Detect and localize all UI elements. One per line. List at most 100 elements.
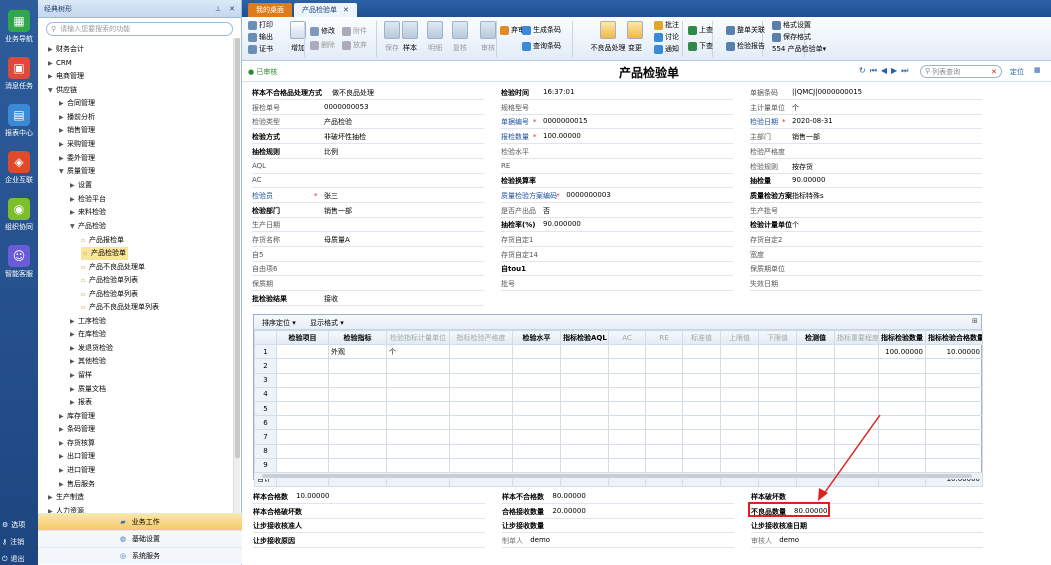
nav-item[interactable]: ▶ 生产制造: [48, 491, 84, 504]
table-cell[interactable]: [758, 443, 797, 459]
table-cell[interactable]: [758, 358, 797, 374]
table-cell[interactable]: [645, 443, 683, 459]
table-cell[interactable]: [878, 415, 926, 431]
toolbar-report-button[interactable]: 检验报告: [726, 41, 765, 51]
table-cell[interactable]: [682, 344, 721, 360]
table-cell[interactable]: [758, 429, 797, 445]
field-value[interactable]: 做不良品处理: [332, 88, 374, 98]
table-cell[interactable]: [276, 386, 329, 402]
table-cell[interactable]: [682, 457, 721, 473]
column-header[interactable]: 检验项目: [276, 329, 329, 346]
column-header[interactable]: AC: [608, 329, 646, 346]
toolbar-save-button[interactable]: 保存: [382, 21, 402, 53]
table-cell[interactable]: [796, 429, 835, 445]
table-cell[interactable]: [560, 344, 609, 360]
field-value[interactable]: 90.000000: [543, 220, 581, 228]
table-cell[interactable]: [449, 400, 513, 417]
nav-item[interactable]: ▶ 在库检验: [70, 328, 106, 341]
table-cell[interactable]: [720, 372, 759, 388]
toolbar-delete-button[interactable]: 删除: [310, 40, 335, 50]
column-header[interactable]: 指标检验AQL: [560, 329, 609, 346]
table-cell[interactable]: [449, 415, 513, 431]
nav-item[interactable]: ▶ 出口管理: [59, 450, 95, 463]
table-cell[interactable]: [449, 372, 513, 388]
leftbar-item[interactable]: ▦ 业务导航: [0, 10, 38, 44]
table-row[interactable]: 5: [254, 400, 983, 417]
table-cell[interactable]: [645, 344, 683, 360]
tab-inspection[interactable]: 产品检验单 ✕: [294, 3, 357, 17]
toolbar-trace-down-button[interactable]: 下查: [688, 41, 713, 51]
table-cell[interactable]: [386, 415, 450, 431]
leftbar-item[interactable]: ◈ 企业互联: [0, 151, 38, 185]
nav-item[interactable]: ▶ 质量文档: [70, 383, 106, 396]
table-cell[interactable]: [608, 443, 646, 459]
table-cell[interactable]: [512, 429, 561, 445]
table-cell[interactable]: [645, 429, 683, 445]
field-value[interactable]: 母质量A: [324, 235, 350, 245]
nav-bottom-tab[interactable]: ▰ 业务工作: [38, 513, 242, 530]
table-cell[interactable]: [878, 457, 926, 473]
record-nav-icons[interactable]: ↻⏮◀▶⏭: [859, 66, 912, 76]
footer-value[interactable]: 20.00000: [552, 507, 585, 515]
footer-value[interactable]: 10.00000: [296, 492, 329, 500]
table-cell[interactable]: [386, 372, 450, 388]
table-cell[interactable]: [796, 400, 835, 417]
table-cell[interactable]: [758, 457, 797, 473]
leftbar-item[interactable]: ◉ 组织协同: [0, 198, 38, 232]
table-cell[interactable]: [449, 457, 513, 473]
field-value[interactable]: 2020-08-31: [792, 117, 833, 125]
table-cell[interactable]: [925, 400, 983, 417]
table-cell[interactable]: [449, 386, 513, 402]
field-value[interactable]: 指标特殊s: [792, 191, 824, 201]
toolbar-defect-button[interactable]: 不良品处理: [587, 21, 629, 53]
table-cell[interactable]: [796, 457, 835, 473]
table-cell[interactable]: [328, 443, 387, 459]
table-cell[interactable]: [328, 386, 387, 402]
table-cell[interactable]: [834, 358, 879, 374]
column-header[interactable]: 指标检验合格数量: [925, 329, 983, 346]
column-header[interactable]: RE: [645, 329, 683, 346]
table-cell[interactable]: [682, 429, 721, 445]
table-cell[interactable]: [720, 344, 759, 360]
table-cell[interactable]: [834, 386, 879, 402]
nav-item[interactable]: ▫ 产品不良品处理单列表: [81, 301, 159, 314]
toolbar-template-select-button[interactable]: 554 产品检验单▾: [772, 44, 826, 54]
table-cell[interactable]: [758, 344, 797, 360]
table-cell[interactable]: [386, 358, 450, 374]
table-cell[interactable]: [878, 443, 926, 459]
table-cell[interactable]: [878, 429, 926, 445]
toolbar-relation-button[interactable]: 整单关联: [726, 25, 765, 35]
toolbar-query-barcode-button[interactable]: 查询条码: [522, 41, 561, 51]
table-cell[interactable]: [878, 400, 926, 417]
nav-item[interactable]: ▶ 库存管理: [59, 410, 95, 423]
table-cell[interactable]: [276, 372, 329, 388]
nav-bottom-tab[interactable]: ◍ 基础设置: [38, 530, 242, 547]
table-cell[interactable]: [386, 429, 450, 445]
table-cell[interactable]: [878, 386, 926, 402]
field-value[interactable]: 90.00000: [792, 176, 825, 184]
table-cell[interactable]: [878, 358, 926, 374]
column-header[interactable]: 检验指标: [328, 329, 387, 346]
table-cell[interactable]: [276, 443, 329, 459]
table-cell[interactable]: [386, 443, 450, 459]
footer-value[interactable]: demo: [530, 536, 550, 544]
table-cell[interactable]: [512, 358, 561, 374]
table-row[interactable]: 4: [254, 386, 983, 402]
table-cell[interactable]: [512, 415, 561, 431]
footer-value[interactable]: 80.00000: [552, 492, 585, 500]
toolbar-sample-button[interactable]: 样本: [400, 21, 420, 53]
table-cell[interactable]: [925, 429, 983, 445]
table-cell[interactable]: [796, 344, 835, 360]
table-cell[interactable]: [560, 386, 609, 402]
table-cell[interactable]: [608, 429, 646, 445]
table-cell[interactable]: [682, 415, 721, 431]
table-cell[interactable]: [645, 358, 683, 374]
toolbar-attach-button[interactable]: 附件: [342, 26, 367, 36]
field-value[interactable]: 16:37:01: [543, 88, 574, 96]
table-cell[interactable]: 10.00000: [925, 344, 983, 360]
table-cell[interactable]: [560, 358, 609, 374]
table-cell[interactable]: [512, 344, 561, 360]
table-cell[interactable]: [560, 443, 609, 459]
table-cell[interactable]: [925, 457, 983, 473]
table-cell[interactable]: [276, 358, 329, 374]
